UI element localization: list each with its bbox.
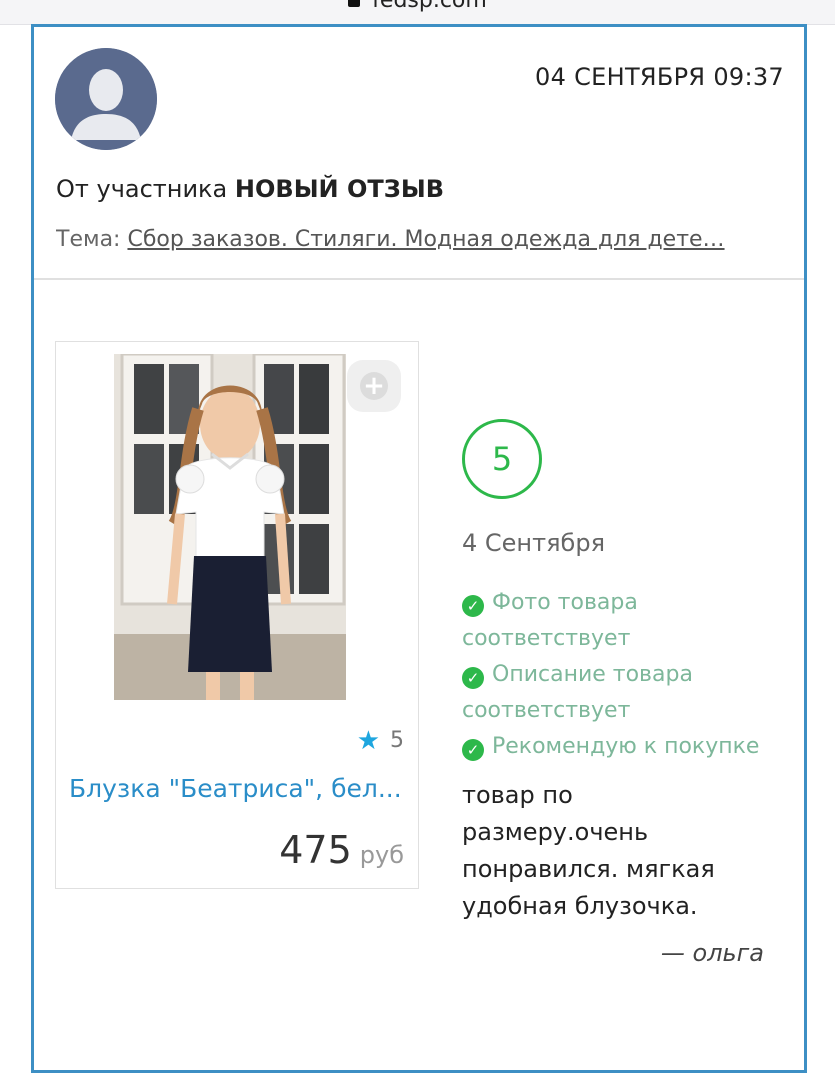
topic-label: Тема: — [56, 227, 121, 252]
product-name-link[interactable]: Блузка "Беатриса", бел... — [69, 774, 409, 803]
user-silhouette-icon — [55, 48, 157, 150]
check-circle-icon: ✓ — [462, 595, 484, 617]
check-label: Описание товара соответствует — [462, 662, 693, 723]
post-datetime: 04 СЕНТЯБРЯ 09:37 — [535, 63, 784, 91]
product-rating: ★ 5 — [357, 726, 404, 756]
from-prefix: От участника — [56, 175, 228, 203]
url-display[interactable]: fedsp.com — [0, 0, 835, 13]
check-circle-icon: ✓ — [462, 667, 484, 689]
avatar[interactable] — [55, 48, 157, 150]
check-item-recommend: ✓ Рекомендую к покупке — [462, 729, 782, 765]
plus-icon: + — [360, 372, 388, 400]
product-photo[interactable] — [114, 354, 346, 700]
url-text: fedsp.com — [372, 0, 487, 13]
review-checks: ✓ Фото товара соответствует ✓ Описание тов… — [462, 585, 782, 765]
star-icon: ★ — [356, 726, 380, 756]
check-item-photo: ✓ Фото товара соответствует — [462, 585, 782, 657]
price-currency: руб — [359, 841, 404, 869]
review-date: 4 Сентября — [462, 529, 606, 557]
from-title: НОВЫЙ ОТЗЫВ — [234, 175, 444, 203]
product-card[interactable]: + ★ 5 Блузка "Беатриса", бел... 475 руб — [55, 341, 419, 889]
review-text: товар по размеру.очень понравился. мягка… — [462, 781, 715, 920]
topic-link[interactable]: Сбор заказов. Стиляги. Модная одежда для… — [127, 227, 724, 252]
check-item-description: ✓ Описание товара соответствует — [462, 657, 782, 729]
check-label: Рекомендую к покупке — [492, 734, 760, 759]
product-image — [114, 354, 346, 700]
product-rating-value: 5 — [390, 728, 404, 753]
divider — [34, 278, 804, 280]
add-photo-button[interactable]: + — [347, 360, 401, 412]
review-score-badge: 5 — [462, 419, 542, 499]
price-amount: 475 — [279, 828, 352, 872]
from-line: От участника НОВЫЙ ОТЗЫВ — [56, 175, 444, 203]
product-price: 475 руб — [279, 828, 404, 872]
browser-url-bar[interactable]: fedsp.com — [0, 0, 835, 25]
review-card: 04 СЕНТЯБРЯ 09:37 От участника НОВЫЙ ОТЗ… — [31, 24, 807, 1073]
check-label: Фото товара соответствует — [462, 590, 638, 651]
lock-icon — [348, 0, 361, 7]
review-author: — ольга — [660, 939, 764, 967]
check-circle-icon: ✓ — [462, 739, 484, 761]
topic-line: Тема: Сбор заказов. Стиляги. Модная одеж… — [56, 227, 776, 252]
